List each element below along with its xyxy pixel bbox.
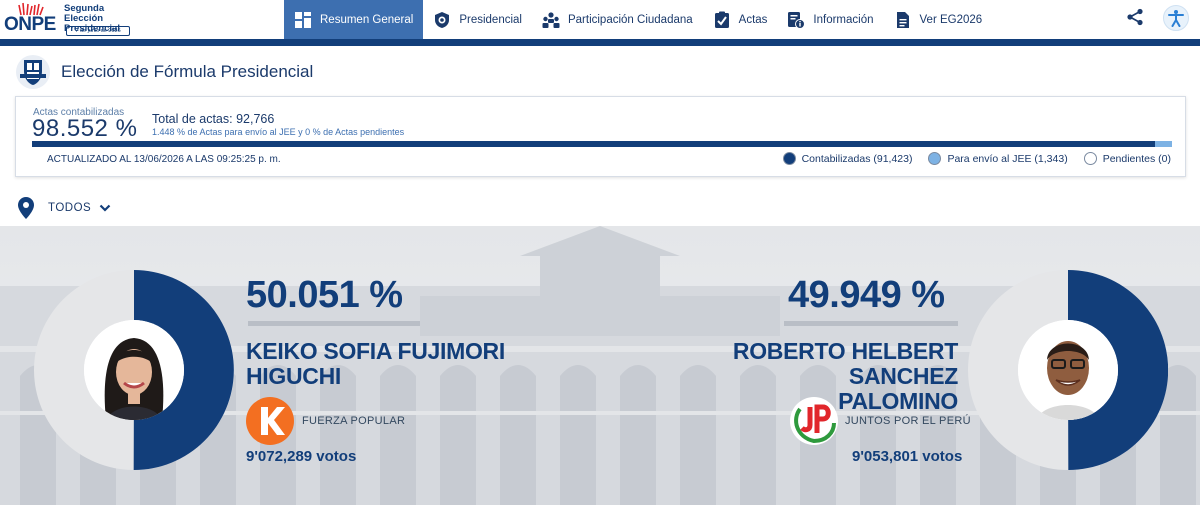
candidate-name-line2: HIGUCHI [246, 363, 342, 389]
palace-arch [500, 365, 536, 505]
nav-participacion-ciudadana[interactable]: Participación Ciudadana [532, 0, 703, 39]
nav-label: Actas [738, 13, 768, 26]
updated-timestamp: ACTUALIZADO AL 13/06/2026 A LAS 09:25:25… [47, 154, 281, 165]
share-icon[interactable] [1126, 8, 1144, 26]
nav-resumen-general[interactable]: Resumen General [284, 0, 424, 39]
total-actas: Total de actas: 92,766 [152, 112, 275, 126]
nav-label: Ver EG2026 [919, 13, 983, 26]
info-card-icon [787, 11, 806, 29]
clipboard-check-icon [713, 11, 731, 29]
legend-dot-icon [782, 152, 796, 165]
page-header: Elección de Fórmula Presidencial [14, 54, 313, 90]
fuerza-popular-logo-icon [246, 397, 294, 445]
nav-actas[interactable]: Actas [703, 0, 778, 39]
logo-date: 7 de junio de 2026 [66, 26, 130, 36]
presidential-seal-icon [433, 11, 451, 29]
candidate-name-line1: KEIKO SOFIA FUJIMORI [246, 338, 505, 364]
candidate-2-photo [1018, 320, 1118, 420]
legend-jee: Para envío al JEE (1,343) [928, 152, 1068, 165]
candidate-1-percent: 50.051 % [246, 274, 403, 316]
nav-label: Participación Ciudadana [567, 13, 693, 26]
nav-informacion[interactable]: Información [777, 0, 883, 39]
legend-dot-icon [928, 152, 942, 165]
actas-counted-percent: 98.552 % [32, 115, 138, 142]
candidate-name-line1: ROBERTO HELBERT SANCHEZ [732, 338, 958, 389]
filter-label: TODOS [48, 202, 92, 214]
header-divider [0, 39, 1200, 46]
legend-counted: Contabilizadas (91,423) [782, 152, 913, 165]
page-title: Elección de Fórmula Presidencial [61, 62, 314, 81]
document-icon [894, 11, 912, 29]
dashboard-icon [294, 11, 312, 29]
candidate-1-divider [248, 321, 420, 326]
actas-subtitle: 1.448 % de Actas para envío al JEE y 0 %… [152, 127, 405, 137]
candidate-1-votes: 9'072,289 votos [246, 448, 357, 465]
accessibility-icon [1168, 10, 1184, 27]
candidate-name-line2: PALOMINO [838, 388, 958, 414]
candidate-1-photo [84, 320, 184, 420]
legend-label: Pendientes (0) [1102, 152, 1171, 165]
progress-counted [32, 141, 1156, 147]
candidate-1-name: KEIKO SOFIA FUJIMORI HIGUCHI [246, 339, 505, 389]
nav-label: Información [813, 13, 874, 26]
national-shield-icon [16, 55, 50, 89]
actas-progress-bar [32, 141, 1172, 147]
legend-label: Para envío al JEE (1,343) [947, 152, 1068, 165]
progress-legend: Contabilizadas (91,423) Para envío al JE… [767, 152, 1171, 165]
candidate-portrait-icon [1018, 320, 1118, 420]
region-filter[interactable]: TODOS [18, 197, 111, 219]
candidate-2-party: JUNTOS POR EL PERÚ [845, 415, 971, 427]
logo-text: ONPE [4, 14, 56, 35]
nav-ver-eg2026[interactable]: Ver EG2026 [884, 0, 993, 39]
legend-label: Contabilizadas (91,423) [801, 152, 913, 165]
candidate-2-percent: 49.949 % [788, 274, 945, 316]
location-pin-icon [18, 197, 34, 219]
accessibility-button[interactable] [1163, 5, 1189, 31]
nav-label: Resumen General [320, 13, 414, 26]
candidate-portrait-icon [84, 320, 184, 420]
logo-title-line1: Segunda Elección [64, 3, 105, 24]
people-group-icon [542, 11, 560, 29]
nav-presidencial[interactable]: Presidencial [423, 0, 532, 39]
candidate-2-votes: 9'053,801 votos [852, 448, 963, 465]
legend-dot-icon [1083, 152, 1097, 165]
top-navigation-bar: ONPE Segunda Elección Presidencial 7 de … [0, 0, 1200, 39]
actas-summary-card: Actas contabilizadas 98.552 % Total de a… [15, 96, 1186, 177]
candidate-1-party: FUERZA POPULAR [302, 415, 406, 427]
main-nav: Resumen General Presidencial Participaci… [284, 0, 992, 39]
chevron-down-icon [99, 204, 111, 212]
legend-pending: Pendientes (0) [1083, 152, 1171, 165]
onpe-logo[interactable]: ONPE Segunda Elección Presidencial 7 de … [4, 2, 140, 38]
nav-label: Presidencial [459, 13, 522, 26]
juntos-por-el-peru-logo-icon [790, 397, 838, 445]
progress-jee [1155, 141, 1172, 147]
palace-arch [560, 365, 596, 505]
candidate-2-divider [784, 321, 958, 326]
